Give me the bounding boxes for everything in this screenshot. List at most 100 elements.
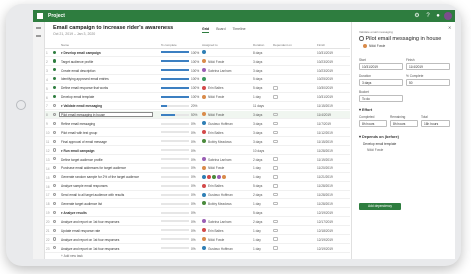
task-name[interactable]: Analyze and report on 1st four responses bbox=[61, 220, 119, 224]
complete-circle-icon[interactable] bbox=[53, 201, 57, 205]
duration[interactable]: 5 days bbox=[253, 211, 262, 215]
table-row[interactable]: 4 Identifying approved email entries 100% 5… bbox=[45, 76, 350, 84]
dependency-icon[interactable] bbox=[273, 192, 278, 197]
finish-date[interactable]: 12/19/2019 bbox=[317, 211, 333, 215]
table-row[interactable]: 10 Pilot email with test group 0% Erin Balt… bbox=[45, 129, 350, 138]
duration[interactable]: 1 day bbox=[253, 247, 261, 251]
complete-circle-icon[interactable] bbox=[53, 148, 57, 152]
completed-check-icon[interactable] bbox=[53, 86, 57, 90]
task-name[interactable]: ▾ Develop email campaign bbox=[61, 51, 101, 55]
col-complete[interactable]: % complete bbox=[161, 43, 177, 47]
complete-circle-icon[interactable] bbox=[53, 192, 57, 197]
complete-circle-icon[interactable] bbox=[53, 166, 57, 170]
table-row[interactable]: 8 Pilot email messaging in house 50% Nikki … bbox=[45, 111, 350, 120]
complete-circle-icon[interactable] bbox=[53, 175, 57, 179]
col-finish[interactable]: Finish bbox=[317, 43, 325, 47]
finish-date[interactable]: 11/28/2019 bbox=[317, 149, 333, 153]
finish-date[interactable]: 11/21/2019 bbox=[317, 175, 333, 179]
duration[interactable]: 3 days bbox=[253, 69, 262, 73]
complete-circle-icon[interactable] bbox=[53, 237, 57, 241]
complete-circle-icon[interactable] bbox=[53, 246, 57, 250]
task-name[interactable]: Update email response rate bbox=[61, 229, 100, 233]
panel-breadcrumb[interactable]: Validate email messaging bbox=[359, 30, 393, 34]
duration-field[interactable]: 3 days bbox=[359, 79, 403, 86]
dependency-icon[interactable] bbox=[273, 228, 278, 232]
complete-circle-icon[interactable] bbox=[53, 210, 57, 214]
task-name[interactable]: ▾ Validate email messaging bbox=[61, 104, 102, 108]
dependency-task[interactable]: Develop email template bbox=[363, 142, 396, 146]
col-name[interactable]: Name bbox=[61, 43, 69, 47]
duration[interactable]: 11 days bbox=[253, 104, 264, 108]
finish-date[interactable]: 11/12/2019 bbox=[317, 131, 333, 135]
duration[interactable]: 1 day bbox=[253, 95, 261, 99]
settings-icon[interactable]: ⚙ bbox=[413, 12, 421, 20]
complete-circle-icon[interactable] bbox=[53, 130, 57, 134]
completed-check-icon[interactable] bbox=[53, 77, 57, 81]
close-icon[interactable]: ✕ bbox=[448, 25, 451, 30]
app-launcher-icon[interactable] bbox=[37, 13, 43, 19]
complete-circle-icon[interactable] bbox=[359, 36, 364, 41]
menu-icon[interactable] bbox=[36, 27, 41, 29]
add-task-button[interactable]: + Add new task bbox=[61, 254, 83, 258]
finish-date[interactable]: 11/28/2019 bbox=[317, 184, 333, 188]
task-name[interactable]: Develop email template bbox=[61, 95, 94, 99]
total-field[interactable]: 16h hours bbox=[421, 120, 450, 127]
table-row[interactable]: 22 Analyze and report on 1st four respons… bbox=[45, 236, 350, 244]
duration[interactable]: 1 day bbox=[253, 229, 261, 233]
dependency-icon[interactable] bbox=[273, 95, 278, 99]
group-row[interactable]: 1 ▾ Develop email campaign 100% 8 days 10/31… bbox=[45, 49, 350, 57]
finish-date[interactable]: 11/4/2019 bbox=[317, 113, 331, 117]
task-name[interactable]: Create email description bbox=[61, 69, 95, 73]
duration[interactable]: 2 days bbox=[253, 220, 262, 224]
table-row[interactable]: 18 Generate target audience list 0% Bobby M… bbox=[45, 200, 350, 209]
task-name[interactable]: Purchase email addresses for target audi… bbox=[61, 166, 126, 170]
home-button[interactable] bbox=[16, 100, 26, 110]
finish-date[interactable]: 10/23/2019 bbox=[317, 60, 333, 64]
dependency-icon[interactable] bbox=[273, 201, 278, 206]
finish-date[interactable]: 11/28/2019 bbox=[317, 193, 333, 197]
finish-date[interactable]: 10/31/2019 bbox=[317, 95, 333, 99]
table-row[interactable]: 17 Send email to all target audience with… bbox=[45, 191, 350, 200]
complete-circle-icon[interactable] bbox=[53, 121, 57, 125]
finish-date[interactable]: 11/19/2019 bbox=[317, 158, 333, 162]
completed-check-icon[interactable] bbox=[53, 95, 57, 99]
completed-field[interactable]: 8h hours bbox=[359, 120, 387, 127]
finish-date[interactable]: 11/15/2019 bbox=[317, 140, 333, 144]
table-row[interactable]: 9 Refine email messaging 0% Gustavo Hoffman… bbox=[45, 120, 350, 129]
task-name[interactable]: Define email response that works bbox=[61, 86, 108, 90]
finish-date[interactable]: 11/7/2019 bbox=[317, 122, 331, 126]
dependency-icon[interactable] bbox=[273, 86, 278, 90]
group-row[interactable]: 7 ▾ Validate email messaging 20% 11 days 11/… bbox=[45, 102, 350, 111]
table-row[interactable]: 20 Analyze and report on 1st four respons… bbox=[45, 218, 350, 227]
finish-field[interactable]: 11/4/2019 bbox=[406, 63, 450, 70]
complete-circle-icon[interactable] bbox=[53, 112, 57, 116]
duration[interactable]: 3 days bbox=[253, 113, 262, 117]
task-name[interactable]: Generate random sample for 2% of the tar… bbox=[61, 175, 139, 179]
notification-icon[interactable]: ● bbox=[434, 12, 442, 20]
finish-date[interactable]: 11/28/2019 bbox=[317, 202, 333, 206]
finish-date[interactable]: 10/30/2019 bbox=[317, 86, 333, 90]
duration[interactable]: 2 days bbox=[253, 193, 262, 197]
task-name[interactable]: Identifying approved email entries bbox=[61, 77, 109, 81]
duration[interactable]: 3 days bbox=[253, 60, 262, 64]
dependency-icon[interactable] bbox=[273, 112, 278, 117]
table-row[interactable]: 21 Update email response rate 0% Erin Balte… bbox=[45, 227, 350, 235]
dependency-icon[interactable] bbox=[273, 139, 278, 143]
col-duration[interactable]: Duration bbox=[253, 43, 264, 47]
dependency-icon[interactable] bbox=[273, 157, 278, 161]
dependency-icon[interactable] bbox=[273, 219, 278, 224]
task-name[interactable]: Pilot email messaging in house bbox=[61, 113, 105, 117]
complete-circle-icon[interactable] bbox=[53, 139, 57, 143]
finish-date[interactable]: 11/20/2019 bbox=[317, 166, 333, 170]
depends-section-toggle[interactable]: ▾ Depends on (before) bbox=[359, 134, 399, 139]
effort-section-toggle[interactable]: ▾ Effort bbox=[359, 107, 372, 112]
complete-circle-icon[interactable] bbox=[53, 228, 57, 232]
duration[interactable]: 5 days bbox=[253, 86, 262, 90]
completed-check-icon[interactable] bbox=[53, 59, 57, 63]
task-name[interactable]: Define target audience profile bbox=[61, 158, 103, 162]
table-row[interactable]: 14 Purchase email addresses for target au… bbox=[45, 165, 350, 173]
finish-date[interactable]: 10/25/2019 bbox=[317, 77, 333, 81]
task-name[interactable]: Analyze sample email responses bbox=[61, 184, 108, 188]
group-row[interactable]: 12 ▾ Run email campaign 0% 10 days 11/28/201… bbox=[45, 147, 350, 155]
completed-check-icon[interactable] bbox=[53, 50, 57, 54]
